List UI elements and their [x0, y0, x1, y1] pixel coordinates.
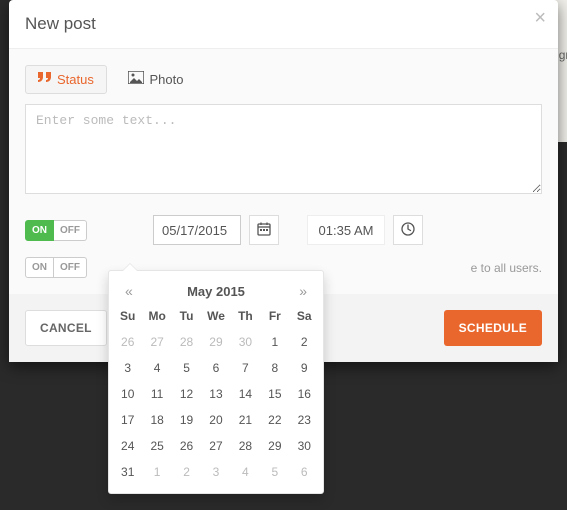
- week-row: 10111213141516: [113, 381, 319, 407]
- cancel-button[interactable]: CANCEL: [25, 310, 107, 346]
- day-cell[interactable]: 1: [142, 459, 171, 485]
- day-cell[interactable]: 28: [172, 329, 201, 355]
- day-cell[interactable]: 3: [113, 355, 142, 381]
- dow-cell: Sa: [290, 303, 319, 329]
- toggle2-on-label: ON: [25, 257, 54, 278]
- day-cell[interactable]: 26: [113, 329, 142, 355]
- weeks-body: 2627282930123456789101112131415161718192…: [113, 329, 319, 485]
- calendar-icon: [257, 222, 271, 239]
- day-cell[interactable]: 7: [231, 355, 260, 381]
- quote-icon: [38, 72, 52, 87]
- dow-cell: Tu: [172, 303, 201, 329]
- tab-photo-label: Photo: [149, 72, 183, 87]
- dow-cell: We: [201, 303, 230, 329]
- day-cell[interactable]: 29: [201, 329, 230, 355]
- day-cell[interactable]: 6: [290, 459, 319, 485]
- dow-cell: Fr: [260, 303, 289, 329]
- schedule-button[interactable]: SCHEDULE: [444, 310, 542, 346]
- day-cell[interactable]: 16: [290, 381, 319, 407]
- day-cell[interactable]: 4: [231, 459, 260, 485]
- day-cell[interactable]: 10: [113, 381, 142, 407]
- day-cell[interactable]: 18: [142, 407, 171, 433]
- day-cell[interactable]: 12: [172, 381, 201, 407]
- dow-cell: Su: [113, 303, 142, 329]
- day-cell[interactable]: 31: [113, 459, 142, 485]
- dow-cell: Th: [231, 303, 260, 329]
- datepicker-title[interactable]: May 2015: [187, 284, 245, 299]
- day-cell[interactable]: 5: [260, 459, 289, 485]
- clock-button[interactable]: [393, 215, 423, 245]
- time-input[interactable]: [307, 215, 385, 245]
- day-cell[interactable]: 4: [142, 355, 171, 381]
- day-cell[interactable]: 14: [231, 381, 260, 407]
- day-cell[interactable]: 29: [260, 433, 289, 459]
- post-text-input[interactable]: [25, 104, 542, 194]
- visibility-hint: e to all users.: [471, 261, 542, 275]
- close-icon[interactable]: ×: [534, 8, 546, 28]
- toggle-on-label: ON: [25, 220, 54, 241]
- clock-icon: [401, 222, 415, 239]
- day-cell[interactable]: 30: [290, 433, 319, 459]
- toggle2-off-label: OFF: [54, 257, 87, 278]
- day-cell[interactable]: 11: [142, 381, 171, 407]
- dow-row: SuMoTuWeThFrSa: [113, 303, 319, 329]
- date-input[interactable]: [153, 215, 241, 245]
- day-cell[interactable]: 2: [290, 329, 319, 355]
- schedule-toggle[interactable]: ON OFF: [25, 220, 87, 241]
- day-cell[interactable]: 20: [201, 407, 230, 433]
- day-cell[interactable]: 5: [172, 355, 201, 381]
- tab-status-label: Status: [57, 72, 94, 87]
- dow-cell: Mo: [142, 303, 171, 329]
- day-cell[interactable]: 19: [172, 407, 201, 433]
- day-cell[interactable]: 1: [260, 329, 289, 355]
- week-row: 31123456: [113, 459, 319, 485]
- calendar-button[interactable]: [249, 215, 279, 245]
- day-cell[interactable]: 9: [290, 355, 319, 381]
- day-cell[interactable]: 28: [231, 433, 260, 459]
- modal-body: Status Photo ON OFF: [9, 49, 558, 294]
- day-cell[interactable]: 22: [260, 407, 289, 433]
- next-month-button[interactable]: »: [293, 281, 313, 301]
- datepicker-popover: « May 2015 » SuMoTuWeThFrSa 262728293012…: [108, 270, 324, 494]
- day-cell[interactable]: 17: [113, 407, 142, 433]
- week-row: 262728293012: [113, 329, 319, 355]
- week-row: 24252627282930: [113, 433, 319, 459]
- day-cell[interactable]: 6: [201, 355, 230, 381]
- day-cell[interactable]: 26: [172, 433, 201, 459]
- day-cell[interactable]: 21: [231, 407, 260, 433]
- tab-photo[interactable]: Photo: [116, 65, 195, 93]
- day-cell[interactable]: 25: [142, 433, 171, 459]
- prev-month-button[interactable]: «: [119, 281, 139, 301]
- visibility-toggle[interactable]: ON OFF: [25, 257, 87, 278]
- week-row: 17181920212223: [113, 407, 319, 433]
- day-cell[interactable]: 23: [290, 407, 319, 433]
- day-cell[interactable]: 27: [142, 329, 171, 355]
- day-cell[interactable]: 30: [231, 329, 260, 355]
- tab-status[interactable]: Status: [25, 65, 107, 94]
- photo-icon: [128, 71, 144, 87]
- post-type-tabs: Status Photo: [25, 65, 542, 94]
- popover-caret: [123, 264, 137, 271]
- day-cell[interactable]: 13: [201, 381, 230, 407]
- day-cell[interactable]: 27: [201, 433, 230, 459]
- week-row: 3456789: [113, 355, 319, 381]
- datepicker-header: « May 2015 »: [113, 277, 319, 303]
- day-cell[interactable]: 15: [260, 381, 289, 407]
- toggle-off-label: OFF: [54, 220, 87, 241]
- datepicker-grid: SuMoTuWeThFrSa 2627282930123456789101112…: [113, 303, 319, 485]
- modal-header: New post ×: [9, 0, 558, 49]
- modal-title: New post: [25, 14, 96, 33]
- schedule-row: ON OFF: [25, 215, 542, 245]
- day-cell[interactable]: 3: [201, 459, 230, 485]
- day-cell[interactable]: 2: [172, 459, 201, 485]
- day-cell[interactable]: 8: [260, 355, 289, 381]
- day-cell[interactable]: 24: [113, 433, 142, 459]
